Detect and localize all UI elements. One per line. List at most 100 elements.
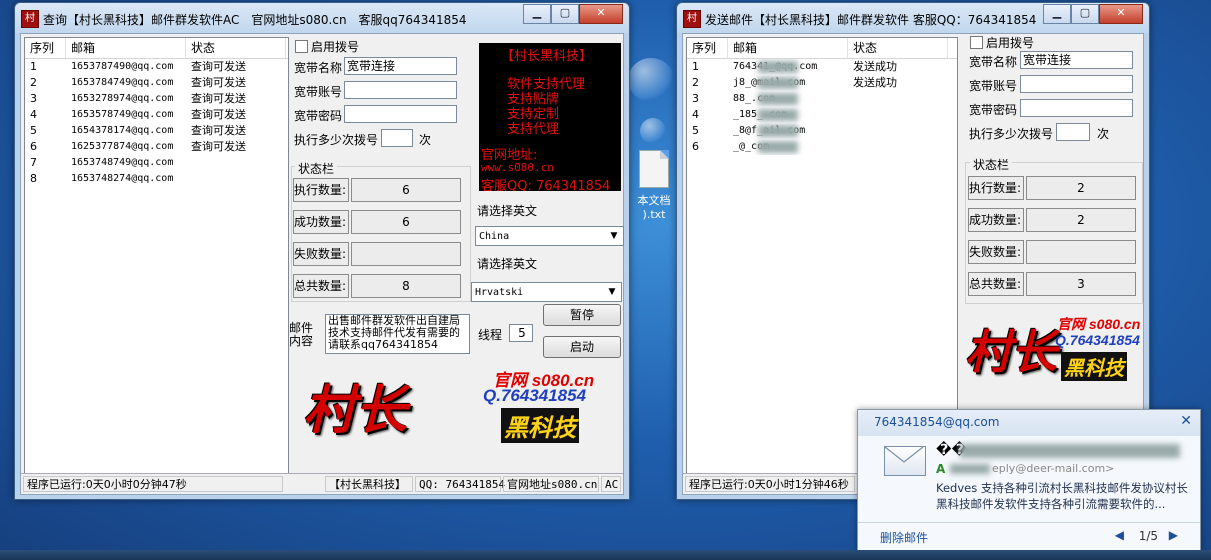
stat-label: 成功数量: — [968, 208, 1024, 232]
logo-brand: 黑科技 — [501, 408, 579, 443]
column-header[interactable]: 序列 — [25, 38, 66, 58]
promo-line: www.s080.cn — [481, 161, 554, 174]
stat-label: 总共数量: — [293, 274, 349, 298]
stat-label: 执行数量: — [968, 176, 1024, 200]
list-row[interactable]: 4 _185_.com — [687, 107, 957, 123]
row-number: 7 — [30, 156, 37, 169]
pause-button[interactable]: 暂停 — [543, 304, 621, 326]
column-header[interactable]: 序列 — [687, 38, 728, 58]
threads-field[interactable]: 5 — [509, 324, 533, 342]
broadband-account-field[interactable] — [344, 81, 457, 99]
sender-initial: A — [936, 462, 946, 476]
enable-dialup-checkbox[interactable] — [970, 36, 983, 49]
threads-label: 线程 — [478, 328, 503, 342]
column-header[interactable]: 邮箱 — [66, 38, 186, 58]
row-status: 查询可发送 — [191, 140, 246, 153]
row-status — [848, 91, 948, 107]
broadband-name-label: 宽带名称 — [294, 61, 343, 75]
list-row[interactable]: 3 88_.com — [687, 91, 957, 107]
row-number: 4 — [30, 108, 37, 121]
title-bar[interactable]: 村 发送邮件【村长黑科技】邮件群发软件 客服QQ：764341854 ▁ ▢ ✕ — [677, 3, 1149, 33]
mail-content-field[interactable]: 出售邮件群发软件出自建局技术支持邮件代发有需要的请联系qq764341854 — [325, 314, 470, 354]
list-row[interactable]: 5 1654378174@qq.com 查询可发送 — [25, 123, 288, 139]
stat-value: 2 — [1026, 208, 1136, 232]
window-client: 序列 邮箱 状态 1 1653787490@qq.com 查询可发送 2 1653784… — [20, 33, 624, 495]
stat-value: 6 — [351, 178, 461, 202]
previous-icon[interactable]: ◀ — [1115, 528, 1124, 542]
mail-notification[interactable]: 764341854@qq.com ✕ �� A eply@deer-mail.c… — [857, 409, 1201, 552]
runtime-text: 程序已运行:0天0小时0分钟47秒 — [23, 476, 283, 492]
broadband-account-field[interactable] — [1020, 75, 1133, 93]
next-icon[interactable]: ▶ — [1169, 528, 1178, 542]
desktop-water-drop — [628, 58, 674, 102]
broadband-name-field[interactable]: 宽带连接 — [1020, 51, 1133, 69]
row-number: 4 — [692, 108, 699, 121]
broadband-name-label: 宽带名称 — [969, 55, 1018, 69]
row-status: 查询可发送 — [191, 108, 246, 121]
broadband-name-field[interactable]: 宽带连接 — [344, 57, 457, 75]
email-redaction — [758, 93, 798, 105]
sender-redacted — [960, 444, 1180, 458]
close-button[interactable]: ✕ — [579, 4, 623, 24]
row-status — [848, 123, 948, 139]
window-title: 查询【村长黑科技】邮件群发软件AC 官网地址s080.cn 客服qq764341… — [43, 13, 467, 27]
start-button[interactable]: 启动 — [543, 336, 621, 358]
close-button[interactable]: ✕ — [1099, 4, 1143, 24]
stat-value — [1026, 240, 1136, 264]
app-icon: 村 — [683, 10, 701, 28]
list-row[interactable]: 1 1653787490@qq.com 查询可发送 — [25, 59, 288, 75]
dial-every-label: 执行多少次拨号 — [294, 133, 379, 147]
dial-every-unit: 次 — [419, 133, 432, 147]
broadband-password-field[interactable] — [344, 105, 457, 123]
enable-dialup-checkbox[interactable] — [295, 40, 308, 53]
mail-content-label: 邮件内容 — [289, 321, 314, 348]
list-row[interactable]: 2 j8_@mail.com 发送成功 — [687, 75, 957, 91]
country-select[interactable]: China ▼ — [475, 226, 624, 246]
list-row[interactable]: 7 1653748749@qq.com — [25, 155, 288, 171]
stat-label: 成功数量: — [293, 210, 349, 234]
maximize-button[interactable]: ▢ — [551, 4, 579, 24]
promo-line: 支持代理 — [507, 122, 560, 137]
row-status: 查询可发送 — [191, 92, 246, 105]
email-redaction — [758, 141, 798, 153]
taskbar — [0, 550, 1211, 560]
minimize-button[interactable]: ▁ — [523, 4, 551, 24]
row-status: 发送成功 — [853, 76, 897, 89]
list-row[interactable]: 3 1653278974@qq.com 查询可发送 — [25, 91, 288, 107]
row-email: 1625377874@qq.com — [71, 141, 174, 152]
row-number: 6 — [30, 140, 37, 153]
reply-redacted — [950, 464, 990, 474]
row-email: j8_@mail.com — [728, 75, 848, 91]
column-header[interactable]: 状态 — [848, 38, 948, 58]
list-row[interactable]: 8 1653748274@qq.com — [25, 171, 288, 187]
broadband-password-field[interactable] — [1020, 99, 1133, 117]
email-list[interactable]: 序列 邮箱 状态 1 1653787490@qq.com 查询可发送 2 1653784… — [24, 37, 289, 479]
app-icon: 村 — [21, 10, 39, 28]
row-number: 3 — [692, 92, 699, 105]
minimize-button[interactable]: ▁ — [1043, 4, 1071, 24]
list-row[interactable]: 2 1653784749@qq.com 查询可发送 — [25, 75, 288, 91]
desktop-text-file[interactable]: 本文档 ).txt — [624, 150, 684, 221]
dial-every-field[interactable] — [1056, 123, 1090, 141]
broadband-account-label: 宽带账号 — [294, 85, 343, 99]
close-icon[interactable]: ✕ — [1180, 413, 1192, 429]
delete-mail-link[interactable]: 删除邮件 — [880, 529, 928, 546]
dial-every-field[interactable] — [381, 129, 413, 147]
list-row[interactable]: 1 764341_@qq.com 发送成功 — [687, 59, 957, 75]
statusbar-brand: 【村长黑科技】 — [325, 476, 413, 492]
row-status — [848, 139, 948, 155]
column-header[interactable]: 邮箱 — [728, 38, 848, 58]
pager-text: 1/5 — [1138, 529, 1158, 543]
title-bar[interactable]: 村 查询【村长黑科技】邮件群发软件AC 官网地址s080.cn 客服qq7643… — [15, 3, 629, 33]
language-select[interactable]: Hrvatski ▼ — [471, 282, 622, 302]
list-row[interactable]: 4 1653578749@qq.com 查询可发送 — [25, 107, 288, 123]
list-row[interactable]: 5 _8@f_ail.com — [687, 123, 957, 139]
list-row[interactable]: 6 1625377874@qq.com 查询可发送 — [25, 139, 288, 155]
logo-site: 官网 s080.cn — [1057, 316, 1141, 332]
column-header[interactable]: 状态 — [186, 38, 286, 58]
maximize-button[interactable]: ▢ — [1071, 4, 1099, 24]
list-row[interactable]: 6 _@_com — [687, 139, 957, 155]
enable-dialup-label: 启用拨号 — [986, 36, 1035, 50]
runtime-text: 程序已运行:0天0小时1分钟46秒 — [685, 476, 855, 492]
row-email: 1653278974@qq.com — [71, 93, 174, 104]
